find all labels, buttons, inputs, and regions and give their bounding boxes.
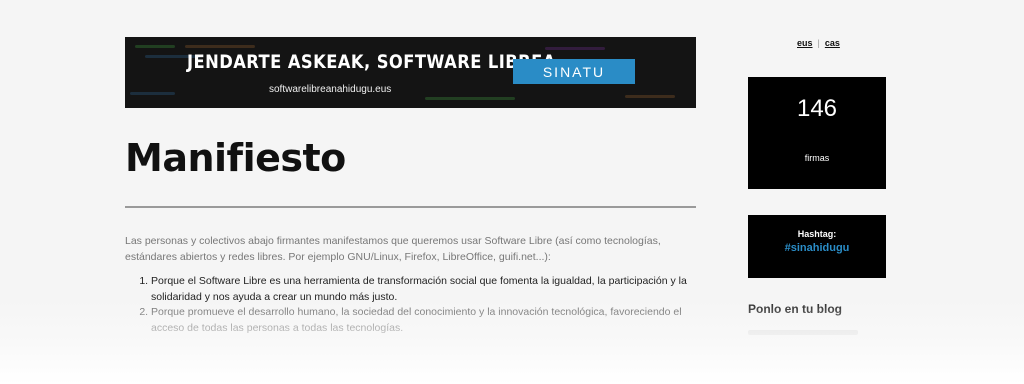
hashtag-box: Hashtag: #sinahidugu	[748, 215, 886, 278]
campaign-banner[interactable]: JENDARTE ASKEAK, SOFTWARE LIBREA softwar…	[125, 37, 696, 108]
blog-heading: Ponlo en tu blog	[748, 302, 842, 316]
language-link-cas[interactable]: cas	[825, 38, 840, 48]
signature-label: firmas	[804, 153, 830, 163]
banner-title: JENDARTE ASKEAK, SOFTWARE LIBREA	[187, 51, 556, 73]
intro-paragraph: Las personas y colectivos abajo firmante…	[125, 235, 661, 263]
banner-url[interactable]: softwarelibreanahidugu.eus	[269, 84, 391, 95]
language-link-eus[interactable]: eus	[797, 38, 813, 48]
hashtag-link[interactable]: #sinahidugu	[748, 242, 886, 254]
title-divider	[125, 206, 696, 208]
signature-count: 146	[796, 95, 838, 122]
blog-embed-snippet	[748, 330, 858, 335]
page-title: Manifiesto	[125, 136, 346, 180]
sign-button[interactable]: SINATU	[513, 59, 635, 84]
hashtag-label: Hashtag:	[797, 229, 837, 239]
list-item: Porque promueve el desarrollo humano, la…	[151, 305, 716, 336]
language-separator: |	[817, 38, 820, 48]
list-item: Porque el Software Libre es una herramie…	[151, 274, 716, 305]
language-switcher: eus | cas	[797, 38, 840, 48]
signature-counter: 146 firmas	[748, 77, 886, 189]
page: JENDARTE ASKEAK, SOFTWARE LIBREA softwar…	[0, 0, 1024, 384]
manifesto-points: Porque el Software Libre es una herramie…	[131, 274, 716, 336]
